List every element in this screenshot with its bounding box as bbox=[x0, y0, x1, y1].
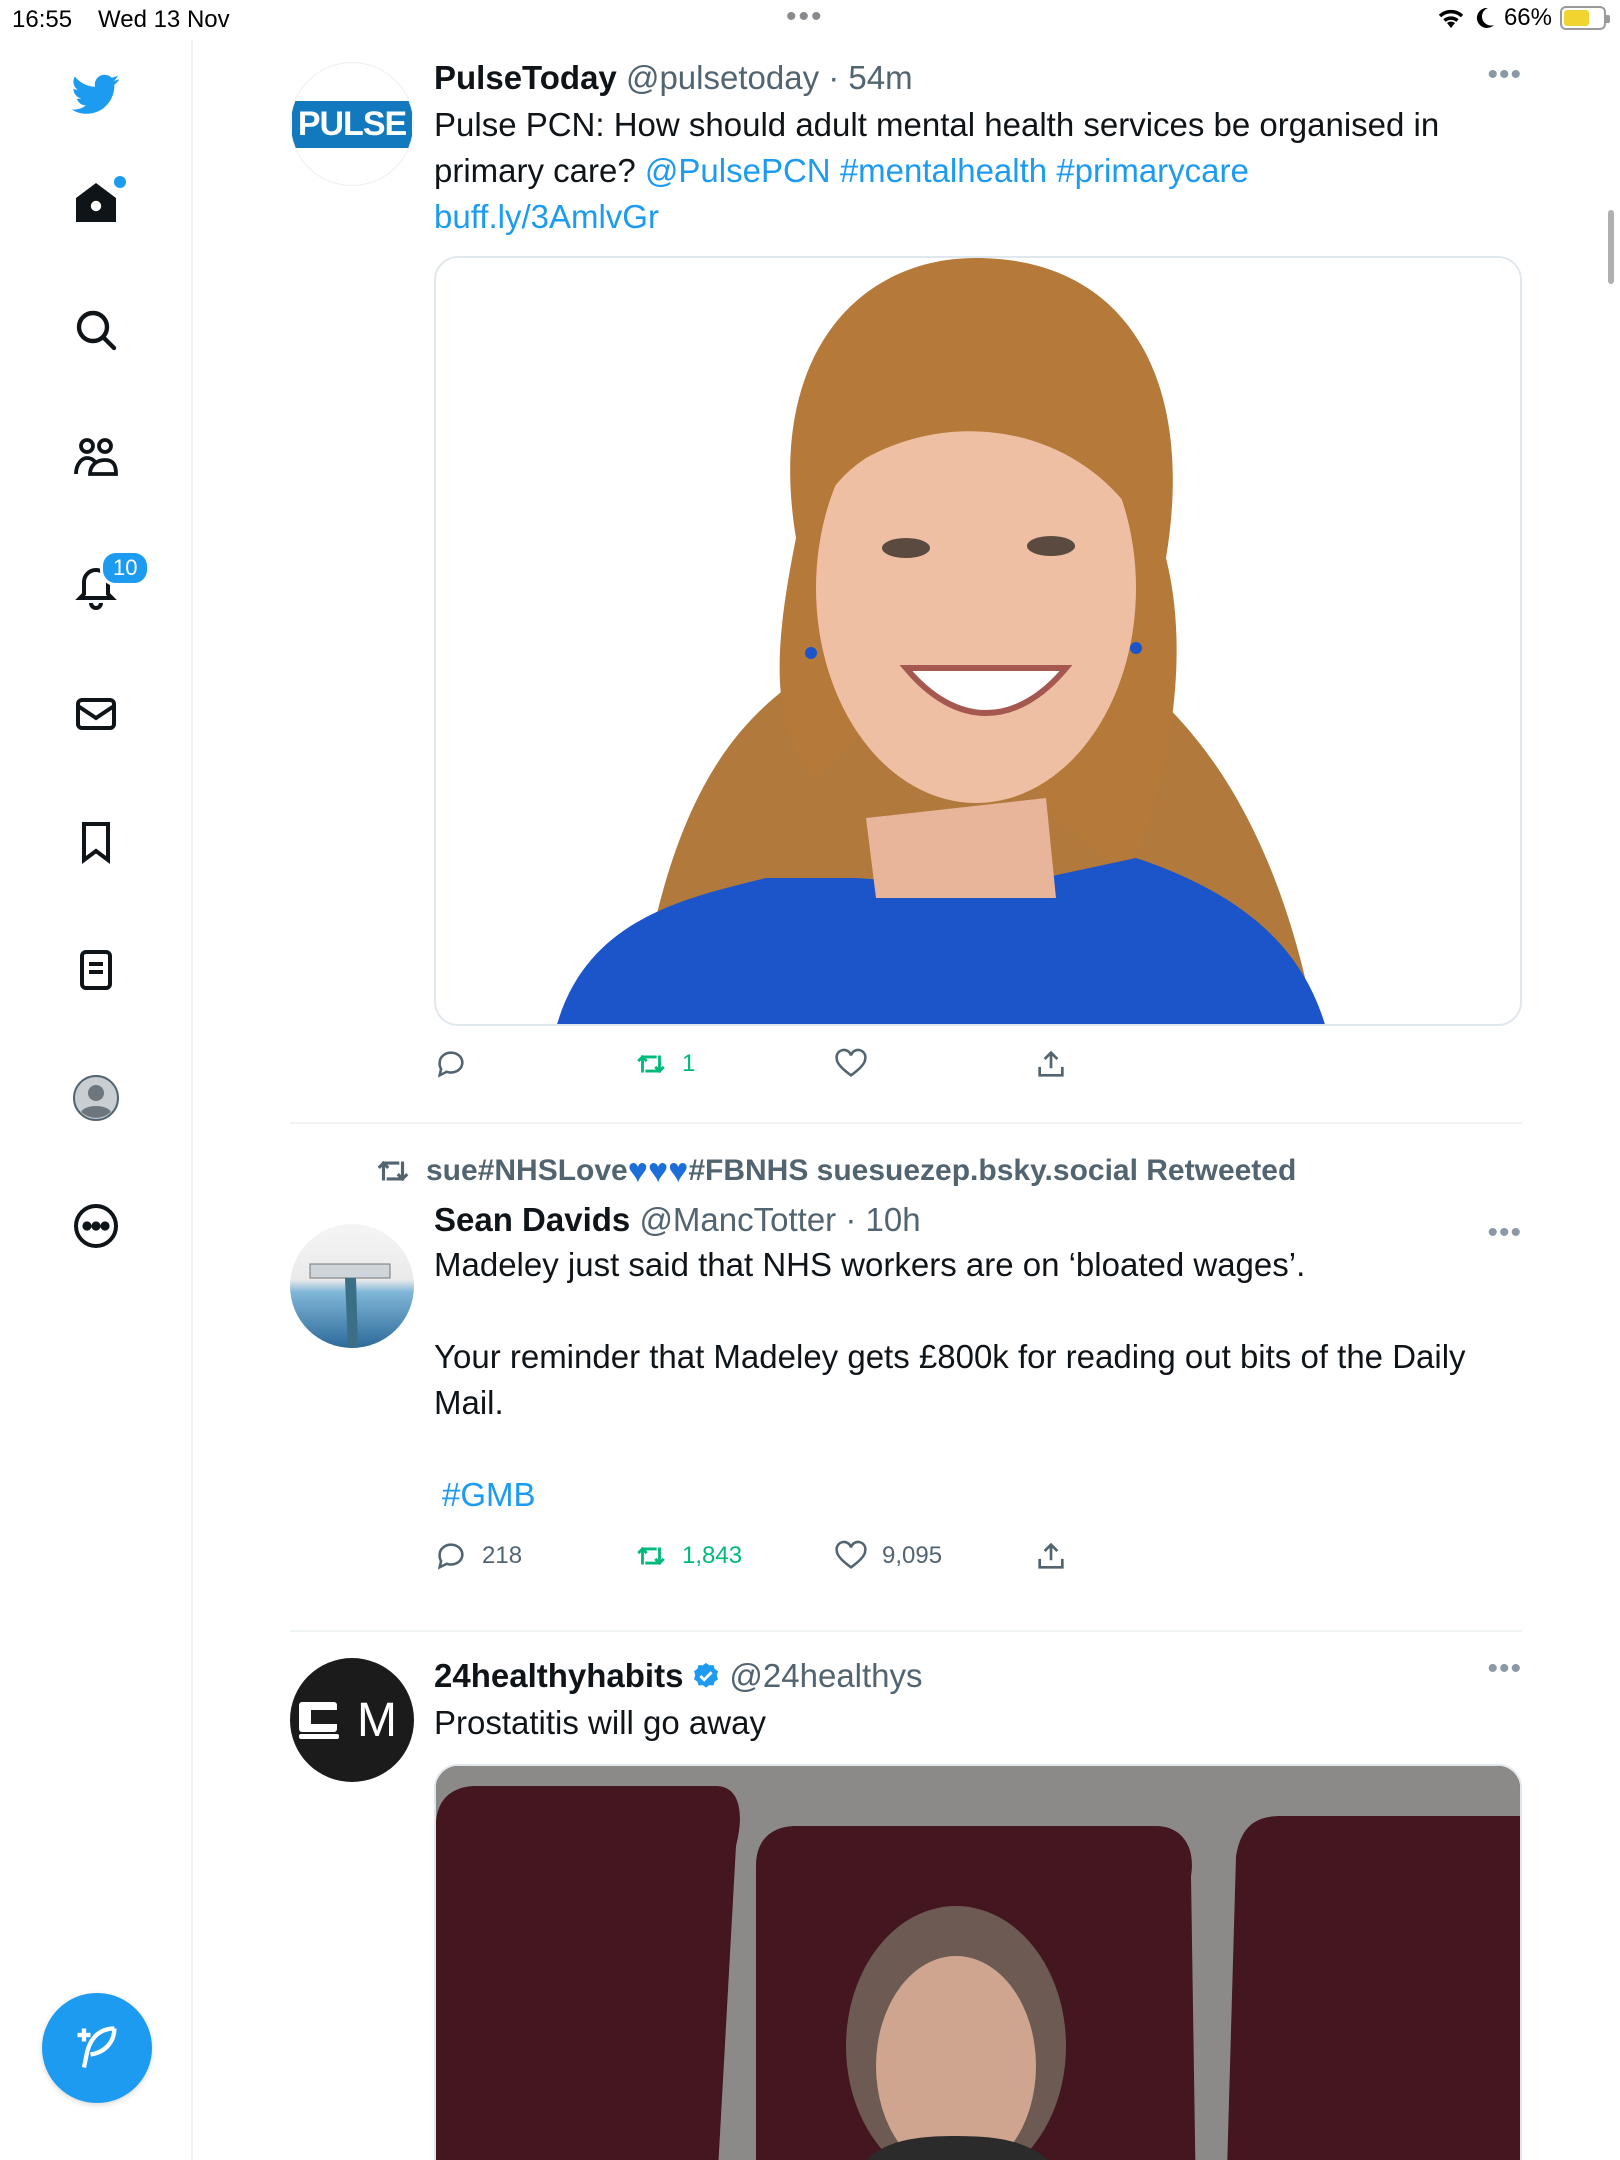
status-date: Wed 13 Nov bbox=[98, 6, 230, 33]
notifications-icon[interactable]: 10 bbox=[64, 550, 151, 618]
reply-icon bbox=[437, 1543, 464, 1570]
retweeter-name-prefix: sue#NHSLove bbox=[426, 1154, 628, 1187]
like-count: 9,095 bbox=[882, 1542, 943, 1569]
bookmarks-icon[interactable] bbox=[64, 810, 128, 874]
portrait-photo bbox=[436, 258, 1520, 1024]
battery-percent: 66% bbox=[1503, 4, 1552, 31]
tweet-author-handle[interactable]: @MancTotter bbox=[639, 1201, 836, 1238]
retweet-indicator-icon bbox=[377, 1160, 409, 1182]
tweet-text-line: Madeley just said that NHS workers are o… bbox=[434, 1246, 1306, 1283]
retweet-count: 1 bbox=[682, 1050, 696, 1077]
compose-tweet-icon bbox=[77, 2026, 117, 2068]
multitasking-dots-icon[interactable]: ••• bbox=[786, 0, 824, 34]
tweet-actions: 1 bbox=[434, 1026, 1522, 1102]
avatar-pulsetoday[interactable]: PULSE bbox=[290, 62, 414, 186]
tweet-video-thumbnail[interactable] bbox=[434, 1764, 1522, 2160]
tweet-author-name[interactable]: Sean Davids bbox=[434, 1201, 630, 1238]
reply-button[interactable] bbox=[434, 1047, 634, 1081]
tweet-more-menu-icon[interactable]: ••• bbox=[1487, 1652, 1522, 1686]
tweet-time[interactable]: · 54m bbox=[828, 59, 912, 96]
retweet-icon bbox=[637, 1546, 665, 1566]
share-button[interactable] bbox=[1034, 1539, 1234, 1573]
blue-heart-emoji: ♥♥♥ bbox=[627, 1151, 689, 1190]
retweet-button[interactable]: 1,843 bbox=[634, 1539, 834, 1573]
reply-button[interactable]: 218 bbox=[434, 1539, 634, 1573]
tweet-text-line: Your reminder that Madeley gets £800k fo… bbox=[434, 1338, 1466, 1421]
tweet-author-name[interactable]: PulseToday bbox=[434, 59, 617, 96]
tweet-more-menu-icon[interactable]: ••• bbox=[1487, 1216, 1522, 1250]
messages-icon[interactable] bbox=[64, 682, 128, 746]
twitter-logo-icon[interactable] bbox=[64, 62, 128, 126]
tweet-more-menu-icon[interactable]: ••• bbox=[1487, 58, 1522, 92]
avatar-drawing bbox=[309, 1263, 391, 1348]
tweet-author-name[interactable]: 24healthyhabits bbox=[434, 1654, 683, 1698]
tweet-sean-davids[interactable]: sue#NHSLove ♥♥♥ #FBNHS suesuezep.bsky.so… bbox=[290, 1146, 1522, 1632]
retweet-icon bbox=[637, 1054, 665, 1074]
lists-icon[interactable] bbox=[64, 938, 128, 1002]
tweet-pulsetoday[interactable]: PULSE ••• PulseToday @pulsetoday · 54m P… bbox=[290, 40, 1522, 1124]
share-icon bbox=[1038, 1542, 1064, 1569]
tweet-actions: 218 1,843 9,095 bbox=[434, 1518, 1522, 1594]
notifications-badge: 10 bbox=[100, 550, 151, 586]
retweeter-name-suffix: #FBNHS suesuezep.bsky.social Retweeted bbox=[688, 1154, 1297, 1187]
reply-count: 218 bbox=[482, 1542, 523, 1569]
heart-icon bbox=[835, 1048, 867, 1077]
more-icon[interactable] bbox=[64, 1194, 128, 1258]
status-right: 66% bbox=[1436, 4, 1610, 32]
avatar-24healthyhabits[interactable]: M bbox=[290, 1658, 414, 1782]
tweet-photo[interactable] bbox=[434, 256, 1522, 1026]
share-button[interactable] bbox=[1034, 1047, 1234, 1081]
like-button[interactable] bbox=[834, 1047, 1034, 1081]
status-time: 16:55 bbox=[12, 6, 73, 33]
wifi-icon bbox=[1438, 9, 1464, 28]
tweet-time[interactable]: · 10h bbox=[845, 1201, 920, 1238]
share-icon bbox=[1038, 1050, 1064, 1077]
retweet-button[interactable]: 1 bbox=[634, 1047, 834, 1081]
retweeted-by-line[interactable]: sue#NHSLove ♥♥♥ #FBNHS suesuezep.bsky.so… bbox=[374, 1146, 1522, 1196]
cup-logo-icon bbox=[299, 1702, 339, 1739]
compose-tweet-button[interactable] bbox=[42, 1993, 152, 2103]
video-frame bbox=[436, 1766, 1520, 2160]
url-link[interactable]: buff.ly/3AmlvGr bbox=[434, 198, 659, 235]
home-unread-dot bbox=[114, 176, 126, 188]
tweet-header: PulseToday @pulsetoday · 54m bbox=[434, 56, 1522, 100]
tweet-text: Pulse PCN: How should adult mental healt… bbox=[434, 102, 1524, 240]
tweet-text: Prostatitis will go away bbox=[434, 1704, 766, 1741]
mention-link[interactable]: @PulsePCN bbox=[645, 152, 831, 189]
battery-icon bbox=[1560, 6, 1610, 30]
search-icon[interactable] bbox=[64, 298, 128, 362]
communities-icon[interactable] bbox=[64, 426, 128, 490]
retweet-count: 1,843 bbox=[682, 1542, 743, 1569]
scrollbar[interactable] bbox=[1608, 210, 1614, 284]
timeline-feed: PULSE ••• PulseToday @pulsetoday · 54m P… bbox=[290, 40, 1522, 2160]
hashtag-link[interactable]: #mentalhealth bbox=[840, 152, 1047, 189]
tweet-author-handle[interactable]: @24healthys bbox=[729, 1654, 922, 1698]
avatar-sean-davids[interactable] bbox=[290, 1224, 414, 1348]
heart-icon bbox=[835, 1540, 867, 1569]
avatar-letter: M bbox=[357, 1693, 397, 1747]
tweet-text: Madeley just said that NHS workers are o… bbox=[434, 1242, 1524, 1518]
pulse-logo: PULSE bbox=[291, 100, 413, 148]
status-bar: 16:55 Wed 13 Nov ••• 66% bbox=[0, 0, 1620, 40]
do-not-disturb-moon-icon bbox=[1476, 7, 1494, 28]
reply-icon bbox=[437, 1051, 464, 1078]
like-button[interactable]: 9,095 bbox=[834, 1539, 1034, 1573]
hashtag-link[interactable]: #primarycare bbox=[1056, 152, 1249, 189]
verified-badge-icon bbox=[694, 1662, 719, 1688]
home-icon[interactable] bbox=[64, 170, 128, 234]
tweet-header: 24healthyhabits @24healthys bbox=[434, 1654, 1522, 1698]
tweet-author-handle[interactable]: @pulsetoday bbox=[626, 59, 819, 96]
sidebar: 10 bbox=[0, 40, 193, 2160]
hashtag-link[interactable]: #GMB bbox=[434, 1472, 1524, 1518]
tweet-header: Sean Davids @MancTotter · 10h bbox=[434, 1198, 1522, 1242]
tweet-24healthyhabits[interactable]: M ••• 24healthyhabits @24healthys Prosta… bbox=[290, 1632, 1522, 2160]
profile-icon[interactable] bbox=[64, 1066, 128, 1130]
